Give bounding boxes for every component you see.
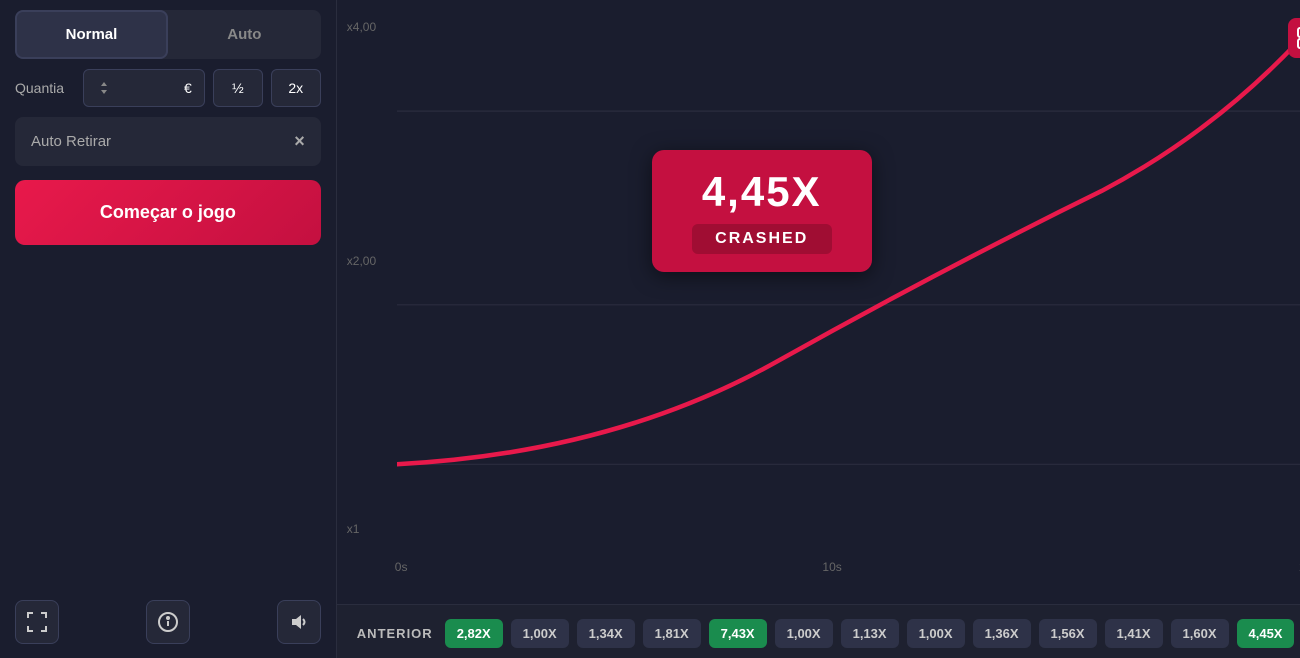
- history-item[interactable]: 4,45X: [1237, 619, 1295, 648]
- history-item[interactable]: 1,36X: [973, 619, 1031, 648]
- fullscreen-icon: [27, 612, 47, 632]
- amount-input-wrapper[interactable]: €: [83, 69, 205, 107]
- history-item[interactable]: 1,00X: [511, 619, 569, 648]
- start-game-button[interactable]: Começar o jogo: [15, 180, 321, 245]
- history-item[interactable]: 1,56X: [1039, 619, 1097, 648]
- auto-retirar-close[interactable]: ×: [294, 131, 305, 152]
- history-item[interactable]: 1,60X: [1171, 619, 1229, 648]
- history-item[interactable]: 7,43X: [709, 619, 767, 648]
- crash-icon: [1288, 18, 1300, 58]
- anterior-label: ANTERIOR: [357, 626, 433, 641]
- half-button[interactable]: ½: [213, 69, 263, 107]
- info-button[interactable]: [146, 600, 190, 644]
- normal-mode-button[interactable]: Normal: [15, 10, 168, 59]
- quantia-label: Quantia: [15, 80, 75, 96]
- y-label-4: x4,00: [347, 20, 376, 34]
- history-item[interactable]: 2,82X: [445, 619, 503, 648]
- quantia-row: Quantia € ½ 2x: [15, 69, 321, 107]
- history-bar: ANTERIOR 2,82X 1,00X 1,34X 1,81X 7,43X 1,00X 1…: [337, 604, 1300, 658]
- history-item[interactable]: 1,41X: [1105, 619, 1163, 648]
- info-icon: [158, 612, 178, 632]
- history-items: 2,82X 1,00X 1,34X 1,81X 7,43X 1,00X 1,13X 1,00X…: [445, 619, 1295, 648]
- crashed-label: CRASHED: [692, 224, 832, 254]
- chart-container: x4,00 x2,00 x1 0s 10s 20s 4,45X CRA: [337, 0, 1300, 604]
- history-item[interactable]: 1,81X: [643, 619, 701, 648]
- history-item[interactable]: 1,13X: [841, 619, 899, 648]
- chart-area: x4,00 x2,00 x1 0s 10s 20s 4,45X CRA: [337, 0, 1300, 658]
- mode-toggle: Normal Auto: [15, 10, 321, 59]
- double-button[interactable]: 2x: [271, 69, 321, 107]
- sound-button[interactable]: [277, 600, 321, 644]
- history-item[interactable]: 1,00X: [907, 619, 965, 648]
- auto-mode-button[interactable]: Auto: [168, 10, 321, 59]
- history-item[interactable]: 1,34X: [577, 619, 635, 648]
- amount-field[interactable]: [118, 80, 178, 96]
- y-label-2: x2,00: [347, 254, 376, 268]
- fullscreen-button[interactable]: [15, 600, 59, 644]
- auto-retirar-label: Auto Retirar: [31, 133, 294, 150]
- x-label-0s: 0s: [395, 560, 408, 574]
- crashed-card: 4,45X CRASHED: [652, 150, 872, 272]
- left-panel: Normal Auto Quantia € ½ 2x Auto Retirar …: [0, 0, 337, 658]
- bottom-left-controls: [15, 596, 321, 648]
- sound-icon: [289, 612, 309, 632]
- y-label-1: x1: [347, 522, 360, 536]
- crash-multiplier: 4,45X: [692, 168, 832, 216]
- x-label-10s: 10s: [822, 560, 841, 574]
- crash-chart: [397, 20, 1300, 544]
- auto-retirar-row: Auto Retirar ×: [15, 117, 321, 166]
- history-item[interactable]: 1,00X: [775, 619, 833, 648]
- currency-symbol: €: [184, 80, 192, 96]
- up-down-icon: [96, 80, 112, 96]
